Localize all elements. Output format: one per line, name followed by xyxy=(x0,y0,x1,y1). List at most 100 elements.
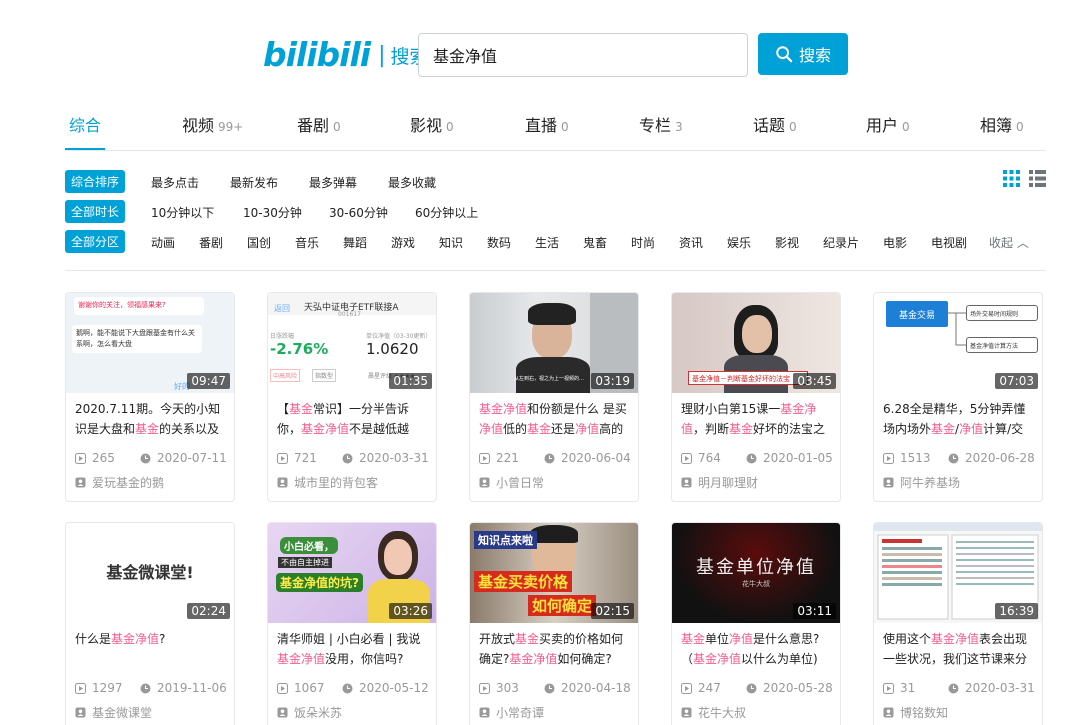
video-card[interactable]: 从左到右，视之为上一视频的… 03:19 基金净值和份额是什么 是买净值低的基金… xyxy=(469,292,639,502)
tab-video[interactable]: 视频 99+ xyxy=(182,112,243,136)
video-title[interactable]: 使用这个基金净值表会出现一些状况，我们这节课来分 xyxy=(883,629,1037,669)
zone-option[interactable]: 动画 xyxy=(151,234,175,251)
uploader[interactable]: 小常奇谭 xyxy=(479,704,544,721)
uploader[interactable]: 小曾日常 xyxy=(479,474,544,491)
sort-option[interactable]: 最多点击 xyxy=(151,174,199,191)
zone-option[interactable]: 资讯 xyxy=(679,234,703,251)
video-card[interactable]: 基金单位净值 花牛大叔 03:11 基金单位净值是什么意思?（基金净值以什么为单… xyxy=(671,522,841,725)
tab-film[interactable]: 影视 0 xyxy=(410,112,454,136)
sort-option[interactable]: 最新发布 xyxy=(230,174,278,191)
video-thumbnail[interactable]: 谢谢你的关注，领福感果来? 鹅啊，能不能说下大盘跟基金有什么关系啊，怎么看大盘 … xyxy=(66,293,234,393)
tab-live[interactable]: 直播 0 xyxy=(525,112,569,136)
zone-option[interactable]: 电视剧 xyxy=(931,234,967,251)
video-card[interactable]: 知识点来啦 基金买卖价格 如何确定 02:15 开放式基金买卖的价格如何确定?基… xyxy=(469,522,639,725)
video-thumbnail[interactable]: 知识点来啦 基金买卖价格 如何确定 02:15 xyxy=(470,523,638,623)
zone-option[interactable]: 鬼畜 xyxy=(583,234,607,251)
zone-option[interactable]: 时尚 xyxy=(631,234,655,251)
title-keyword-highlight: 净值 xyxy=(479,422,504,436)
duration-option[interactable]: 30-60分钟 xyxy=(329,204,388,221)
video-title[interactable]: 2020.7.11期。今天的小知识是大盘和基金的关系以及 xyxy=(75,399,229,439)
grid-view-icon[interactable] xyxy=(1003,170,1020,187)
title-text: 和份额是什么 是买 xyxy=(527,402,627,416)
user-icon xyxy=(75,707,86,718)
collapse-button[interactable]: 收起 ︿ xyxy=(989,234,1029,251)
sort-filter-active[interactable]: 综合排序 xyxy=(65,169,126,193)
zone-option[interactable]: 知识 xyxy=(439,234,463,251)
video-card[interactable]: 基金交易 场外交易时间规则 基金净值计算方法 07:03 6.28全是精华，5分… xyxy=(873,292,1043,502)
zone-option[interactable]: 舞蹈 xyxy=(343,234,367,251)
title-keyword-highlight: 基金 xyxy=(527,422,552,436)
zone-option[interactable]: 音乐 xyxy=(295,234,319,251)
video-thumbnail[interactable]: 基金微课堂! 02:24 xyxy=(66,523,234,623)
video-thumbnail[interactable]: 返回 天弘中证电子ETF联接A 001617 日涨跌幅 单位净值（03-30更新… xyxy=(268,293,436,393)
sort-option[interactable]: 最多弹幕 xyxy=(309,174,357,191)
play-icon xyxy=(75,682,86,694)
zone-option[interactable]: 番剧 xyxy=(199,234,223,251)
video-card[interactable]: 返回 天弘中证电子ETF联接A 001617 日涨跌幅 单位净值（03-30更新… xyxy=(267,292,437,502)
duration-option[interactable]: 10-30分钟 xyxy=(243,204,302,221)
title-text: 高的 xyxy=(599,422,624,436)
uploader[interactable]: 饭朵米苏 xyxy=(277,704,342,721)
video-title[interactable]: 基金单位净值是什么意思?（基金净值以什么为单位) xyxy=(681,629,835,669)
zone-option[interactable]: 娱乐 xyxy=(727,234,751,251)
video-thumbnail[interactable]: 基金净值－判断基金好坏的法宝 03:45 xyxy=(672,293,840,393)
video-title[interactable]: 清华师姐 | 小白必看 | 我说基金净值没用，你信吗? xyxy=(277,629,431,669)
view-count: 721 xyxy=(277,451,317,465)
video-card[interactable]: 小白必看， 不由自主掉进 基金净值的坑? 03:26 清华师姐 | 小白必看 |… xyxy=(267,522,437,725)
zone-option[interactable]: 数码 xyxy=(487,234,511,251)
tab-bangumi[interactable]: 番剧 0 xyxy=(297,112,341,136)
sort-option[interactable]: 最多收藏 xyxy=(388,174,436,191)
video-title[interactable]: 基金净值和份额是什么 是买净值低的基金还是净值高的 xyxy=(479,399,633,439)
tab-user[interactable]: 用户 0 xyxy=(866,112,910,136)
video-card[interactable]: 基金净值－判断基金好坏的法宝 03:45 理财小白第15课一基金净值，判断基金好… xyxy=(671,292,841,502)
video-thumbnail[interactable]: 小白必看， 不由自主掉进 基金净值的坑? 03:26 xyxy=(268,523,436,623)
thumb-text: 基金单位净值 xyxy=(696,557,816,578)
zone-option[interactable]: 游戏 xyxy=(391,234,415,251)
video-card[interactable]: 基金微课堂! 02:24 什么是基金净值? 1297 2019-11-06 基金… xyxy=(65,522,235,725)
zone-option[interactable]: 生活 xyxy=(535,234,559,251)
tab-album[interactable]: 相簿 0 xyxy=(980,112,1024,136)
video-title[interactable]: 开放式基金买卖的价格如何确定?基金净值如何确定? xyxy=(479,629,633,669)
video-title[interactable]: 6.28全是精华，5分钟弄懂场内场外基金/净值计算/交 xyxy=(883,399,1037,439)
video-thumbnail[interactable]: 16:39 xyxy=(874,523,1042,623)
uploader[interactable]: 基金微课堂 xyxy=(75,704,152,721)
uploader[interactable]: 城市里的背包客 xyxy=(277,474,378,491)
video-card[interactable]: 谢谢你的关注，领福感果来? 鹅啊，能不能说下大盘跟基金有什么关系啊，怎么看大盘 … xyxy=(65,292,235,502)
upload-date: 2020-05-28 xyxy=(746,681,833,695)
video-thumbnail[interactable]: 从左到右，视之为上一视频的… 03:19 xyxy=(470,293,638,393)
uploader[interactable]: 爱玩基金的鹅 xyxy=(75,474,164,491)
title-text: 单位 xyxy=(705,632,730,646)
video-title[interactable]: 理财小白第15课一基金净值，判断基金好坏的法宝之 xyxy=(681,399,835,439)
title-keyword-highlight: 基金净值 xyxy=(277,652,326,666)
zone-option[interactable]: 电影 xyxy=(883,234,907,251)
video-title[interactable]: 【基金常识】一分半告诉你，基金净值不是越低越 xyxy=(277,399,431,439)
video-title[interactable]: 什么是基金净值? xyxy=(75,629,229,669)
video-card[interactable]: 16:39 使用这个基金净值表会出现一些状况，我们这节课来分 31 2020-0… xyxy=(873,522,1043,725)
search-input[interactable] xyxy=(418,33,748,77)
tab-article[interactable]: 专栏 3 xyxy=(639,112,683,136)
video-thumbnail[interactable]: 基金交易 场外交易时间规则 基金净值计算方法 07:03 xyxy=(874,293,1042,393)
zone-option[interactable]: 国创 xyxy=(247,234,271,251)
search-button[interactable]: 搜索 xyxy=(758,33,848,75)
zone-option[interactable]: 影视 xyxy=(775,234,799,251)
search-button-label: 搜索 xyxy=(798,46,831,65)
thumb-text: 基金微课堂! xyxy=(106,563,194,582)
duration-option[interactable]: 60分钟以上 xyxy=(415,204,478,221)
tab-all[interactable]: 综合 xyxy=(69,112,105,136)
title-text: 开放式 xyxy=(479,632,516,646)
duration-option[interactable]: 10分钟以下 xyxy=(151,204,214,221)
duration-filter-active[interactable]: 全部时长 xyxy=(65,199,126,223)
title-text: 还是 xyxy=(551,422,576,436)
video-thumbnail[interactable]: 基金单位净值 花牛大叔 03:11 xyxy=(672,523,840,623)
list-view-icon[interactable] xyxy=(1029,170,1046,187)
uploader[interactable]: 花牛大叔 xyxy=(681,704,746,721)
logo-text: bilibili xyxy=(263,35,371,74)
zone-filter-active[interactable]: 全部分区 xyxy=(65,229,126,253)
uploader[interactable]: 博铭数知 xyxy=(883,704,948,721)
bilibili-logo[interactable]: bilibili | 搜索 xyxy=(263,38,429,72)
uploader[interactable]: 阿牛养基场 xyxy=(883,474,960,491)
uploader[interactable]: 明月聊理财 xyxy=(681,474,758,491)
zone-option[interactable]: 纪录片 xyxy=(823,234,859,251)
title-text: 的关系以及 xyxy=(159,422,220,436)
tab-topic[interactable]: 话题 0 xyxy=(753,112,797,136)
